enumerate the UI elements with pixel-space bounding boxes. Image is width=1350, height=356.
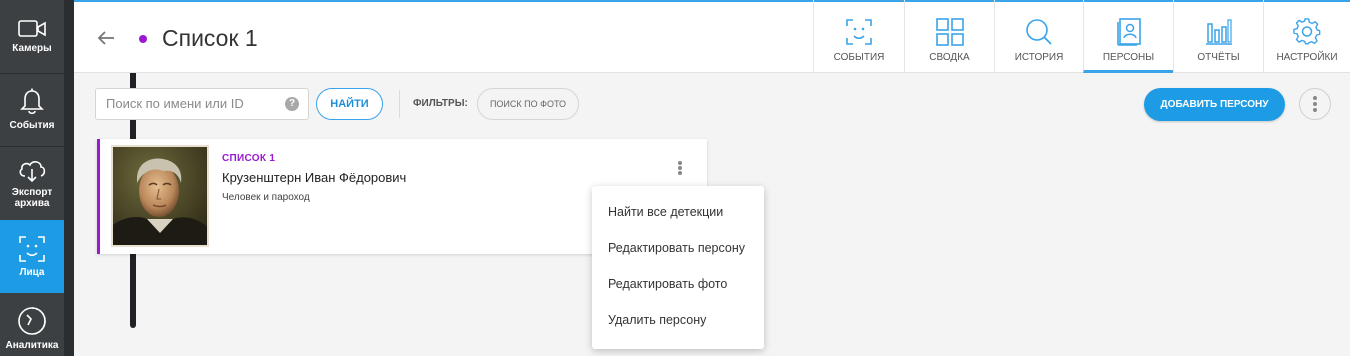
sidebar-item-events[interactable]: События — [0, 74, 64, 147]
bar-chart-icon — [1205, 19, 1232, 45]
sidebar-item-cameras[interactable]: Камеры — [0, 0, 64, 73]
list-color-dot — [139, 35, 147, 43]
tab-label: СВОДКА — [929, 52, 970, 63]
tab-history[interactable]: ИСТОРИЯ — [994, 0, 1083, 73]
person-description: Человек и пароход — [222, 192, 310, 203]
sidebar-item-analytics[interactable]: Аналитика — [0, 293, 64, 356]
tab-label: ПЕРСОНЫ — [1102, 52, 1155, 63]
tab-settings[interactable]: НАСТРОЙКИ — [1263, 0, 1350, 73]
sidebar-item-label: Аналитика — [5, 340, 59, 351]
search-icon — [1026, 19, 1052, 45]
tab-events[interactable]: СОБЫТИЯ — [813, 0, 904, 73]
sidebar-item-label: Лица — [19, 267, 45, 278]
tab-reports[interactable]: ОТЧЁТЫ — [1173, 0, 1263, 73]
search-field[interactable]: ? — [95, 88, 309, 120]
person-photo — [111, 145, 209, 247]
photo-search-button[interactable]: ПОИСК ПО ФОТО — [477, 88, 579, 120]
help-icon[interactable]: ? — [285, 97, 299, 111]
more-options-button[interactable] — [1299, 88, 1331, 120]
card-more-button[interactable] — [674, 159, 686, 177]
person-name: Крузенштерн Иван Фёдорович — [222, 170, 407, 185]
add-person-button[interactable]: ДОБАВИТЬ ПЕРСОНУ — [1144, 88, 1285, 121]
person-context-menu: Найти все детекции Редактировать персону… — [592, 186, 764, 349]
search-input[interactable] — [106, 96, 276, 111]
grid-icon — [935, 18, 964, 46]
bell-icon — [20, 88, 44, 115]
menu-item-find-detections[interactable]: Найти все детекции — [592, 194, 764, 230]
person-book-icon — [1116, 18, 1141, 46]
menu-item-delete-person[interactable]: Удалить персону — [592, 302, 764, 338]
find-button[interactable]: НАЙТИ — [316, 88, 383, 120]
filters-label: ФИЛЬТРЫ: — [413, 98, 468, 109]
gear-icon — [1293, 18, 1321, 45]
sidebar: Камеры События Экспорт архива Лица Анали… — [0, 0, 136, 356]
face-frame-icon — [19, 236, 45, 262]
tab-summary[interactable]: СВОДКА — [904, 0, 994, 73]
sidebar-item-label: Экспорт архива — [11, 187, 53, 209]
menu-item-edit-person[interactable]: Редактировать персону — [592, 230, 764, 266]
tab-label: НАСТРОЙКИ — [1276, 52, 1338, 63]
sidebar-item-archive-export[interactable]: Экспорт архива — [0, 147, 64, 220]
page-title: Список 1 — [162, 25, 258, 51]
tab-label: ОТЧЁТЫ — [1197, 52, 1240, 63]
header: Список 1 СОБЫТИЯ СВОДКА ИСТОРИЯ ПЕРСОНЫ … — [74, 0, 1350, 73]
tab-label: СОБЫТИЯ — [833, 52, 885, 63]
menu-item-edit-photo[interactable]: Редактировать фото — [592, 266, 764, 302]
back-arrow-icon[interactable] — [96, 28, 116, 48]
analytics-icon — [18, 307, 46, 335]
tab-label: ИСТОРИЯ — [1014, 52, 1064, 63]
tab-persons[interactable]: ПЕРСОНЫ — [1083, 0, 1173, 73]
sidebar-scrollbar[interactable] — [64, 0, 136, 356]
more-vertical-icon — [1313, 96, 1317, 112]
sidebar-item-label: Камеры — [12, 43, 52, 54]
cloud-download-icon — [19, 161, 46, 183]
more-vertical-icon — [678, 161, 682, 175]
sidebar-item-label: События — [9, 120, 55, 131]
face-frame-icon — [846, 19, 872, 45]
camera-icon — [18, 20, 46, 37]
sidebar-item-faces[interactable]: Лица — [0, 220, 64, 293]
divider — [399, 90, 400, 118]
person-list-name: СПИСОК 1 — [222, 153, 276, 164]
